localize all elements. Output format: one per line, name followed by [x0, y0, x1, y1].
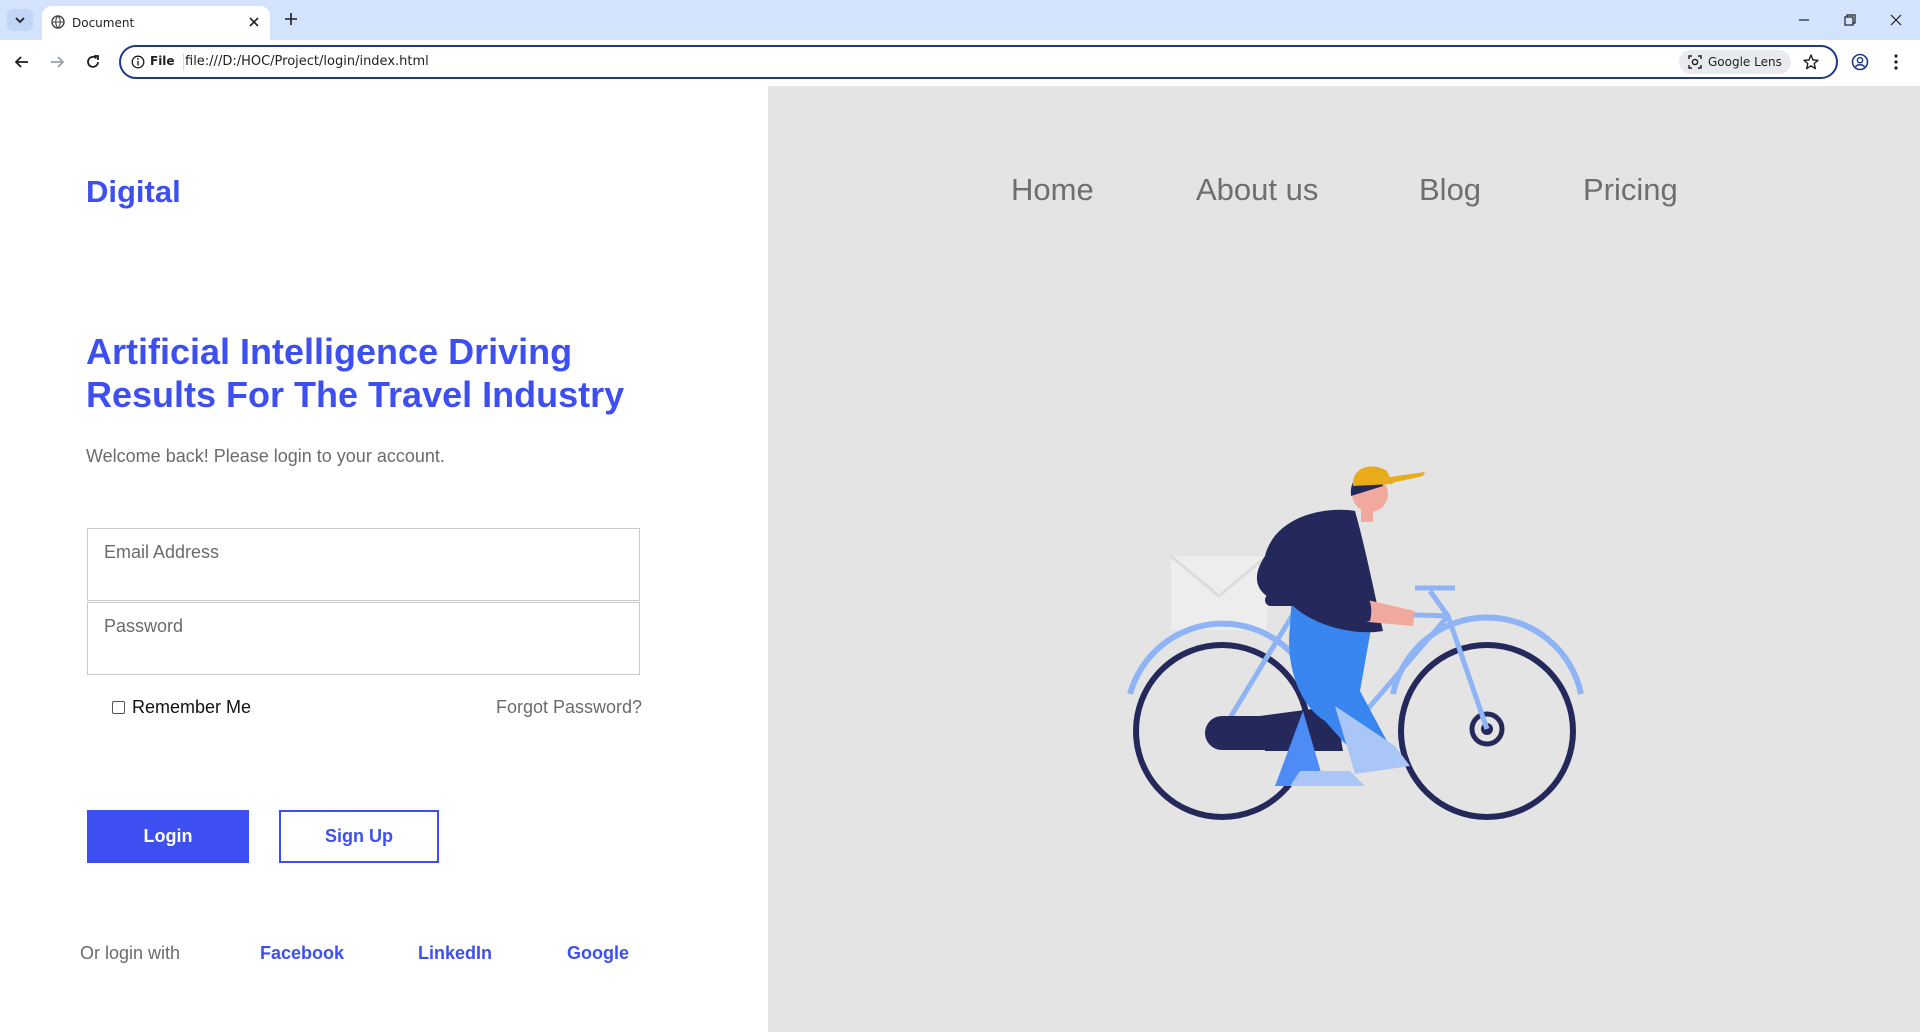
headline-line-1: Artificial Intelligence Driving: [86, 331, 573, 372]
remember-me-label[interactable]: Remember Me: [132, 697, 251, 718]
close-tab-icon[interactable]: [248, 16, 260, 28]
envelope-icon: [1170, 554, 1268, 630]
nav-about-us[interactable]: About us: [1196, 172, 1318, 208]
remember-me-checkbox[interactable]: [112, 701, 125, 714]
close-window-icon[interactable]: [1889, 13, 1903, 27]
scheme-label: File: [150, 54, 175, 68]
url-text[interactable]: file:///D:/HOC/Project/login/index.html: [185, 54, 429, 69]
profile-icon[interactable]: [1851, 53, 1869, 71]
forward-arrow-icon[interactable]: [48, 53, 66, 71]
minimize-icon[interactable]: [1797, 13, 1811, 27]
browser-tab-bar: Document: [0, 0, 1920, 40]
address-bar[interactable]: File file:///D:/HOC/Project/login/index.…: [119, 45, 1838, 79]
google-lens-label: Google Lens: [1708, 55, 1782, 69]
tab-title: Document: [72, 16, 135, 30]
reload-icon[interactable]: [84, 53, 102, 71]
info-icon[interactable]: [131, 55, 145, 69]
password-field[interactable]: Password: [87, 602, 640, 675]
welcome-text: Welcome back! Please login to your accou…: [86, 446, 445, 466]
google-lens-button[interactable]: Google Lens: [1679, 50, 1791, 74]
chevron-down-icon: [15, 17, 25, 24]
nav-pricing[interactable]: Pricing: [1583, 172, 1678, 208]
cyclist-illustration: [1127, 466, 1584, 820]
page-viewport: Digital Artificial Intelligence Driving …: [0, 86, 1920, 1032]
headline-line-2: Results For The Travel Industry: [86, 374, 625, 415]
site-logo[interactable]: Digital: [86, 174, 181, 210]
tab-search-button[interactable]: [7, 9, 33, 31]
google-login-link[interactable]: Google: [567, 943, 629, 964]
password-input[interactable]: [88, 603, 639, 674]
bookmark-star-icon[interactable]: [1802, 53, 1820, 71]
browser-tab[interactable]: Document: [42, 6, 270, 40]
login-button[interactable]: Login: [87, 810, 249, 863]
lens-icon: [1688, 55, 1702, 69]
remember-me[interactable]: Remember Me: [112, 697, 251, 718]
forgot-password-link[interactable]: Forgot Password?: [496, 697, 642, 718]
address-divider: [183, 53, 184, 71]
more-menu-icon[interactable]: [1893, 53, 1899, 71]
or-login-with-text: Or login with: [80, 943, 181, 963]
login-panel: Digital Artificial Intelligence Driving …: [0, 86, 768, 1032]
globe-icon: [51, 15, 65, 29]
signup-button[interactable]: Sign Up: [279, 810, 439, 863]
email-input[interactable]: [88, 529, 639, 600]
new-tab-icon[interactable]: [283, 11, 299, 27]
browser-toolbar: File file:///D:/HOC/Project/login/index.…: [0, 40, 1920, 86]
back-arrow-icon[interactable]: [13, 53, 31, 71]
nav-blog[interactable]: Blog: [1419, 172, 1481, 208]
facebook-login-link[interactable]: Facebook: [260, 943, 344, 964]
email-field[interactable]: Email Address: [87, 528, 640, 601]
linkedin-login-link[interactable]: LinkedIn: [418, 943, 492, 964]
nav-home[interactable]: Home: [1011, 172, 1094, 208]
page-headline: Artificial Intelligence Driving Results …: [86, 330, 646, 416]
restore-icon[interactable]: [1843, 13, 1857, 27]
